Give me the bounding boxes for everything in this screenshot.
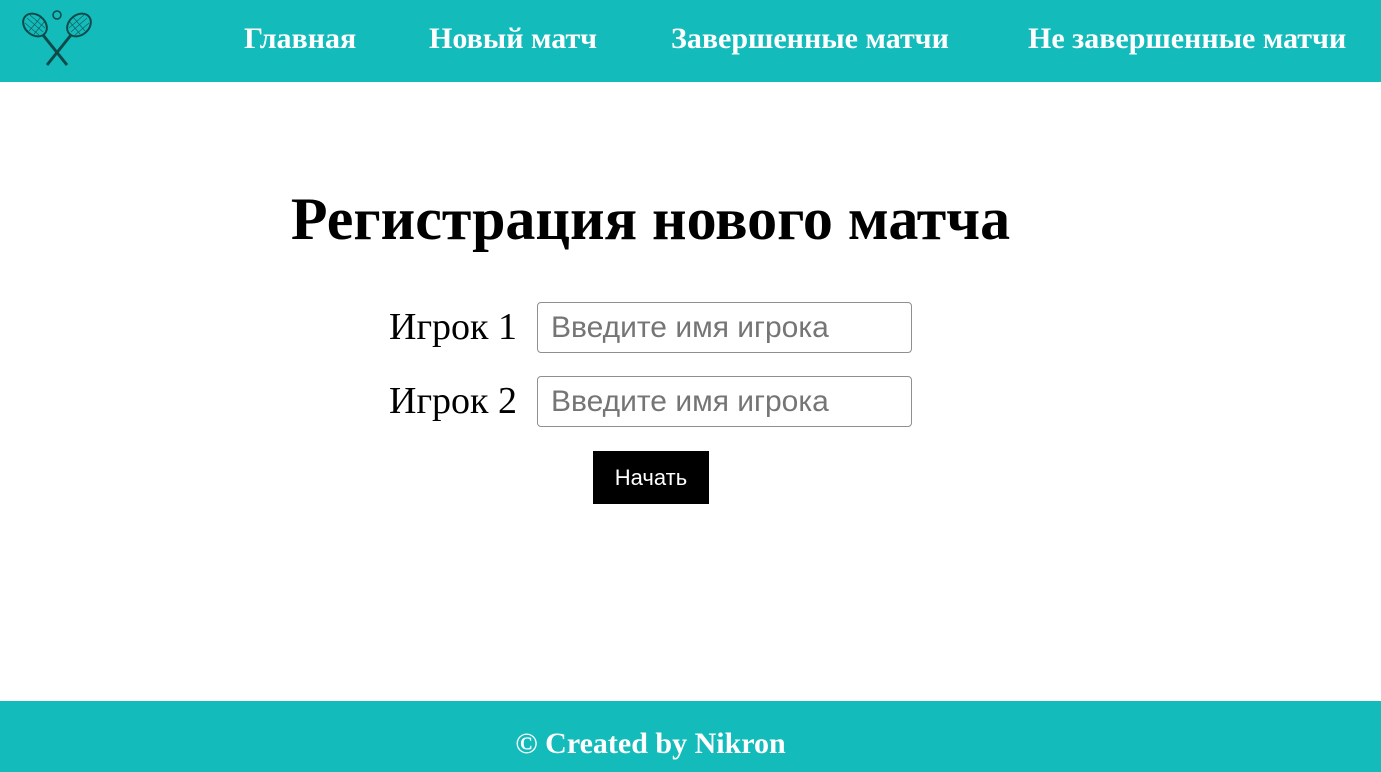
footer-copyright: © Created by Nikron bbox=[515, 727, 786, 760]
page-footer: © Created by Nikron bbox=[0, 701, 1381, 772]
player-2-label: Игрок 2 bbox=[389, 380, 517, 422]
tennis-rackets-logo-svg bbox=[22, 10, 92, 66]
nav-link-unfinished-matches[interactable]: Не завершенные матчи bbox=[1028, 20, 1346, 58]
start-match-button[interactable]: Начать bbox=[593, 451, 709, 504]
player-1-label: Игрок 1 bbox=[389, 306, 517, 348]
nav-link-finished-matches[interactable]: Завершенные матчи bbox=[671, 20, 949, 58]
nav-link-new-match[interactable]: Новый матч bbox=[429, 20, 597, 58]
page: Главная Новый матч Завершенные матчи Не … bbox=[0, 0, 1381, 772]
player-1-input[interactable] bbox=[537, 302, 912, 353]
tennis-rackets-logo-icon[interactable] bbox=[17, 9, 97, 69]
player-2-input[interactable] bbox=[537, 376, 912, 427]
nav-link-home[interactable]: Главная bbox=[244, 20, 356, 58]
page-title: Регистрация нового матча bbox=[290, 186, 1011, 252]
top-navbar: Главная Новый матч Завершенные матчи Не … bbox=[0, 0, 1381, 82]
